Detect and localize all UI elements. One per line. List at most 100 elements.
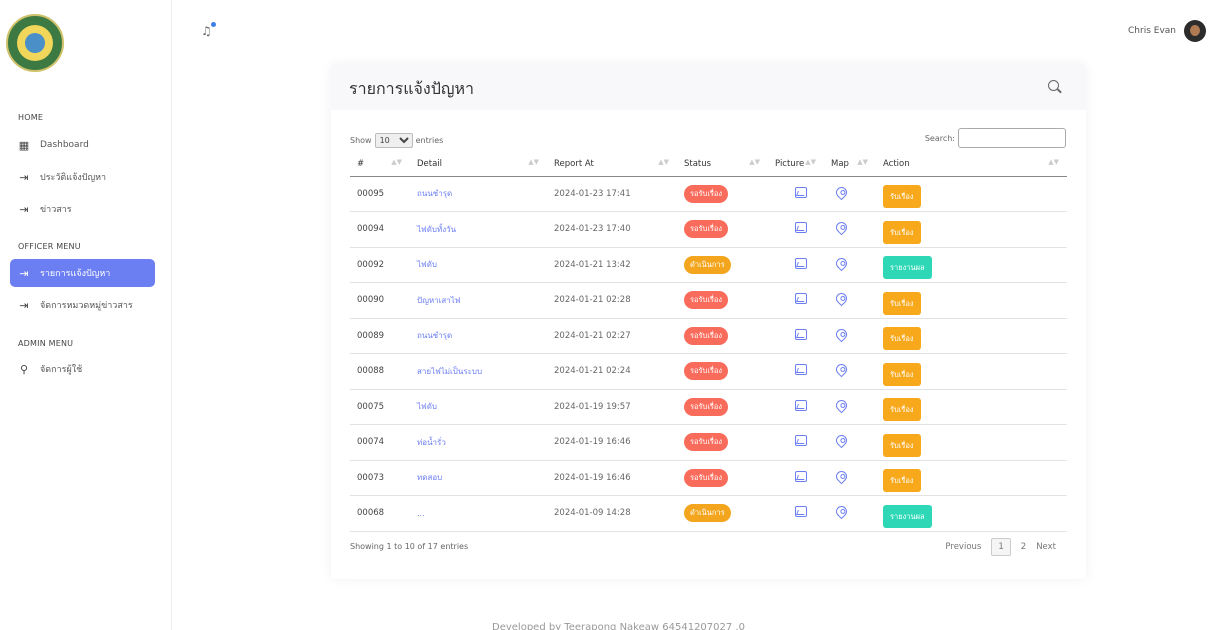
table-row: 00074 ท่อน้ำรั่ว 2024-01-19 16:46 รอรับเรื่… bbox=[350, 424, 1067, 461]
column-header[interactable]: Picture ▲▼ bbox=[768, 152, 824, 177]
sidebar: HOME ▦ Dashboard ⇥ ประวัติแจ้งปัญหา ⇥ ข่… bbox=[0, 0, 172, 630]
page-button[interactable]: 1 bbox=[991, 538, 1011, 556]
issue-detail-link[interactable]: ท่อน้ำรั่ว bbox=[410, 424, 547, 461]
report-date: 2024-01-21 02:27 bbox=[547, 318, 677, 354]
action-button[interactable]: รับเรื่อง bbox=[883, 220, 921, 244]
page-button[interactable]: 2 bbox=[1021, 542, 1026, 552]
issue-detail-link[interactable]: ถนนชำรุด bbox=[410, 318, 547, 354]
officer-heading: OFFICER MENU bbox=[18, 242, 81, 251]
report-date: 2024-01-19 19:57 bbox=[547, 389, 677, 425]
sidebar-item-manage-users[interactable]: ⚲ จัดการผู้ใช้ bbox=[10, 355, 155, 383]
status-badge: รอรับเรื่อง bbox=[684, 468, 729, 487]
map-pin-icon[interactable] bbox=[833, 184, 850, 201]
organization-logo[interactable] bbox=[6, 14, 64, 72]
picture-icon[interactable] bbox=[795, 470, 807, 482]
map-pin-icon[interactable] bbox=[833, 432, 850, 449]
sidebar-item-news-categories[interactable]: ⇥ จัดการหมวดหมู่ข่าวสาร bbox=[10, 291, 155, 319]
login-icon: ⇥ bbox=[19, 202, 29, 216]
issue-detail-link[interactable]: ไฟดับ bbox=[410, 247, 547, 283]
column-header[interactable]: Map ▲▼ bbox=[824, 152, 876, 177]
sidebar-item-label: จัดการผู้ใช้ bbox=[40, 365, 83, 375]
picture-icon[interactable] bbox=[795, 399, 807, 411]
action-button[interactable]: รับเรื่อง bbox=[883, 362, 921, 386]
map-pin-icon[interactable] bbox=[833, 468, 850, 485]
action-button[interactable]: รายงานผล bbox=[883, 504, 932, 528]
map-pin-icon[interactable] bbox=[833, 361, 850, 378]
issue-detail-link[interactable]: ปัญหาเสาไฟ bbox=[410, 282, 547, 319]
table-search: Search: bbox=[925, 128, 1066, 148]
action-button[interactable]: รับเรื่อง bbox=[883, 469, 921, 493]
map-pin-icon[interactable] bbox=[833, 255, 850, 272]
picture-icon[interactable] bbox=[795, 257, 807, 269]
sidebar-item-report-history[interactable]: ⇥ ประวัติแจ้งปัญหา bbox=[10, 163, 155, 191]
issue-detail-link[interactable]: ไฟดับ bbox=[410, 389, 547, 425]
search-icon[interactable] bbox=[1048, 80, 1062, 94]
bell-icon[interactable]: ♫ bbox=[201, 22, 216, 38]
report-date: 2024-01-19 16:46 bbox=[547, 424, 677, 461]
picture-icon[interactable] bbox=[795, 186, 807, 198]
picture-icon[interactable] bbox=[795, 364, 807, 376]
map-pin-icon[interactable] bbox=[833, 503, 850, 520]
user-menu[interactable]: Chris Evan bbox=[1128, 20, 1206, 42]
action-button[interactable]: รายงานผล bbox=[883, 256, 932, 280]
sidebar-item-label: Dashboard bbox=[40, 140, 89, 150]
previous-button[interactable]: Previous bbox=[945, 542, 981, 552]
action-button[interactable]: รับเรื่อง bbox=[883, 291, 921, 315]
issue-detail-link[interactable]: ... bbox=[410, 495, 547, 532]
user-name: Chris Evan bbox=[1128, 26, 1176, 36]
table-info: Showing 1 to 10 of 17 entries bbox=[350, 542, 469, 551]
page-title: รายการแจ้งปัญหา bbox=[349, 79, 475, 98]
issue-detail-link[interactable]: สายไฟไม่เป็นระบบ bbox=[410, 353, 547, 390]
picture-icon[interactable] bbox=[795, 293, 807, 305]
sidebar-item-label: จัดการหมวดหมู่ข่าวสาร bbox=[40, 301, 133, 311]
column-header[interactable]: # ▲▼ bbox=[350, 152, 410, 177]
column-header[interactable]: Report At ▲▼ bbox=[547, 152, 677, 177]
status-badge: รอรับเรื่อง bbox=[684, 397, 729, 416]
sidebar-item-news[interactable]: ⇥ ข่าวสาร bbox=[10, 195, 155, 223]
entries-select[interactable]: 10 bbox=[374, 133, 413, 148]
table-row: 00068... 2024-01-09 14:28 ดำเนินการ รายงานผ… bbox=[350, 495, 1067, 532]
issue-id: 00074 bbox=[350, 424, 410, 461]
action-button[interactable]: รับเรื่อง bbox=[883, 327, 921, 351]
table-row: 00095 ถนนชำรุด 2024-01-23 17:41 รอรับเรื่อง… bbox=[350, 176, 1067, 212]
issue-id: 00090 bbox=[350, 282, 410, 319]
picture-icon[interactable] bbox=[795, 222, 807, 234]
picture-icon[interactable] bbox=[795, 328, 807, 340]
map-pin-icon[interactable] bbox=[833, 397, 850, 414]
action-button[interactable]: รับเรื่อง bbox=[883, 398, 921, 422]
action-button[interactable]: รับเรื่อง bbox=[883, 185, 921, 209]
notification-dot bbox=[211, 22, 216, 27]
map-pin-icon[interactable] bbox=[833, 290, 850, 307]
issue-id: 00094 bbox=[350, 211, 410, 248]
login-icon: ⇥ bbox=[19, 298, 29, 312]
picture-icon[interactable] bbox=[795, 435, 807, 447]
issue-id: 00068 bbox=[350, 495, 410, 532]
map-pin-icon[interactable] bbox=[833, 219, 850, 236]
status-badge: ดำเนินการ bbox=[684, 504, 731, 523]
status-badge: รอรับเรื่อง bbox=[684, 291, 729, 310]
card-header: รายการแจ้งปัญหา bbox=[331, 64, 1086, 110]
issue-id: 00073 bbox=[350, 460, 410, 496]
admin-heading: ADMIN MENU bbox=[18, 339, 74, 348]
sidebar-item-dashboard[interactable]: ▦ Dashboard bbox=[10, 131, 155, 159]
next-button[interactable]: Next bbox=[1036, 542, 1056, 552]
issue-detail-link[interactable]: ถนนชำรุด bbox=[410, 176, 547, 212]
issue-detail-link[interactable]: ทดสอบ bbox=[410, 460, 547, 496]
status-badge: ดำเนินการ bbox=[684, 255, 731, 274]
column-header[interactable]: Status ▲▼ bbox=[677, 152, 768, 177]
column-header[interactable]: Action ▲▼ bbox=[876, 152, 1067, 177]
status-badge: รอรับเรื่อง bbox=[684, 220, 729, 239]
report-date: 2024-01-23 17:41 bbox=[547, 176, 677, 212]
action-button[interactable]: รับเรื่อง bbox=[883, 433, 921, 457]
status-badge: รอรับเรื่อง bbox=[684, 362, 729, 381]
column-header[interactable]: Detail ▲▼ bbox=[410, 152, 547, 177]
map-pin-icon[interactable] bbox=[833, 326, 850, 343]
table-row: 00090 ปัญหาเสาไฟ 2024-01-21 02:28 รอรับเรื่… bbox=[350, 282, 1067, 319]
table-row: 00073 ทดสอบ 2024-01-19 16:46 รอรับเรื่อง รับ… bbox=[350, 460, 1067, 496]
issue-id: 00095 bbox=[350, 176, 410, 212]
issue-detail-link[interactable]: ไฟดับทั้งวัน bbox=[410, 211, 547, 248]
sidebar-item-issue-list[interactable]: ⇥ รายการแจ้งปัญหา bbox=[10, 259, 155, 287]
picture-icon[interactable] bbox=[795, 506, 807, 518]
search-input[interactable] bbox=[958, 128, 1066, 148]
table-row: 00075 ไฟดับ 2024-01-19 19:57 รอรับเรื่อง รับ… bbox=[350, 389, 1067, 425]
